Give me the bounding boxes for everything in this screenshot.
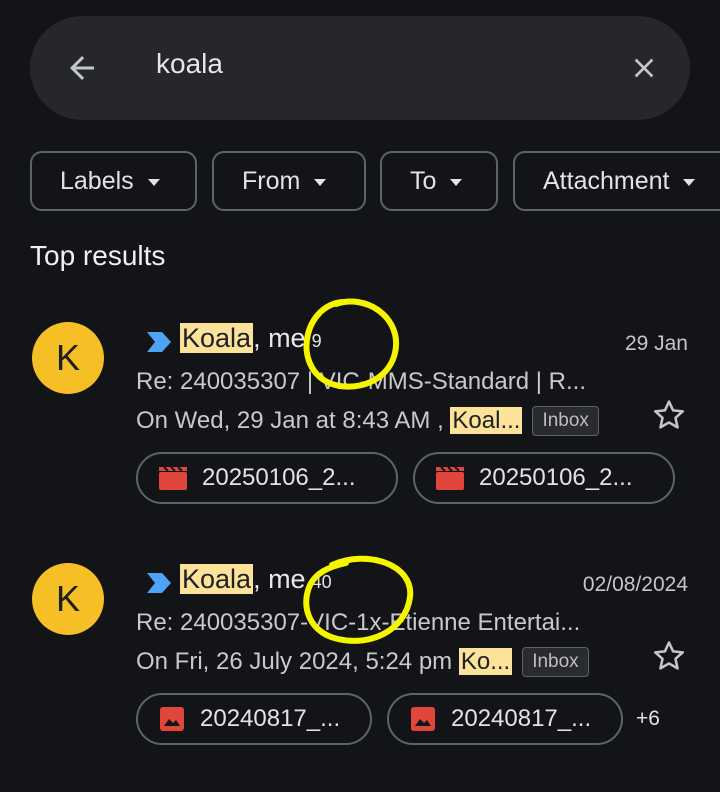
dropdown-caret-icon <box>450 179 463 186</box>
attachment-name: 20240817_... <box>200 705 341 732</box>
sender-highlight: Koala <box>180 323 254 353</box>
dropdown-caret-icon <box>683 179 696 186</box>
sender-rest: , me <box>253 323 306 353</box>
image-icon <box>411 707 435 731</box>
filter-chip-to[interactable]: To <box>380 151 498 211</box>
chip-label: To <box>410 166 437 195</box>
chip-label: Labels <box>60 166 134 195</box>
star-icon[interactable] <box>650 637 688 675</box>
sender-rest: , me <box>253 564 306 594</box>
avatar: K <box>32 563 104 635</box>
inbox-label-badge: Inbox <box>532 406 599 436</box>
attachment-chip[interactable]: 20240817_... <box>136 693 372 745</box>
attachment-chip[interactable]: 20240817_... <box>387 693 623 745</box>
email-snippet: On Wed, 29 Jan at 8:43 AM , Koal... Inbox <box>136 406 599 436</box>
email-subject: Re: 240035307 | VIC-MMS-Standard | R... <box>136 368 587 395</box>
close-icon[interactable] <box>628 52 660 84</box>
importance-marker-icon <box>147 332 171 352</box>
email-snippet: On Fri, 26 July 2024, 5:24 pm Ko... Inbox <box>136 647 589 677</box>
thread-count: 9 <box>311 331 322 351</box>
attachment-name: 20240817_... <box>451 705 592 732</box>
filter-chips: Labels From To Attachment <box>30 151 720 213</box>
dropdown-caret-icon <box>314 179 327 186</box>
back-arrow-icon[interactable] <box>64 50 100 86</box>
search-input[interactable]: koala <box>156 48 223 80</box>
section-title: Top results <box>30 240 166 271</box>
more-attachments-count[interactable]: +6 <box>636 707 660 731</box>
attachment-chip[interactable]: 20250106_2... <box>413 452 675 504</box>
chip-label: From <box>242 166 301 195</box>
chip-label: Attachment <box>543 166 670 195</box>
snippet-text: On Fri, 26 July 2024, 5:24 pm <box>136 648 453 675</box>
sender-highlight: Koala <box>180 564 254 594</box>
attachment-chip[interactable]: 20250106_2... <box>136 452 398 504</box>
dropdown-caret-icon <box>147 179 160 186</box>
snippet-highlight: Ko... <box>458 648 513 675</box>
filter-chip-from[interactable]: From <box>212 151 366 211</box>
attachment-name: 20250106_2... <box>202 464 356 491</box>
thread-count: 40 <box>311 572 332 592</box>
video-icon <box>159 466 187 490</box>
video-icon <box>436 466 464 490</box>
email-date: 29 Jan <box>624 332 688 355</box>
filter-chip-labels[interactable]: Labels <box>30 151 197 211</box>
email-subject: Re: 240035307-VIC-1x-Etienne Entertai... <box>136 609 581 636</box>
sender-line: Koala, me 40 <box>180 564 332 595</box>
sender-line: Koala, me 9 <box>180 323 322 354</box>
importance-marker-icon <box>147 573 171 593</box>
image-icon <box>160 707 184 731</box>
snippet-text: On Wed, 29 Jan at 8:43 AM , <box>136 407 444 434</box>
attachment-name: 20250106_2... <box>479 464 633 491</box>
avatar: K <box>32 322 104 394</box>
star-icon[interactable] <box>650 396 688 434</box>
email-date: 02/08/2024 <box>582 573 688 596</box>
inbox-label-badge: Inbox <box>522 647 589 677</box>
snippet-highlight: Koal... <box>450 407 523 434</box>
filter-chip-attachment[interactable]: Attachment <box>513 151 720 211</box>
search-bar: koala <box>30 16 690 120</box>
